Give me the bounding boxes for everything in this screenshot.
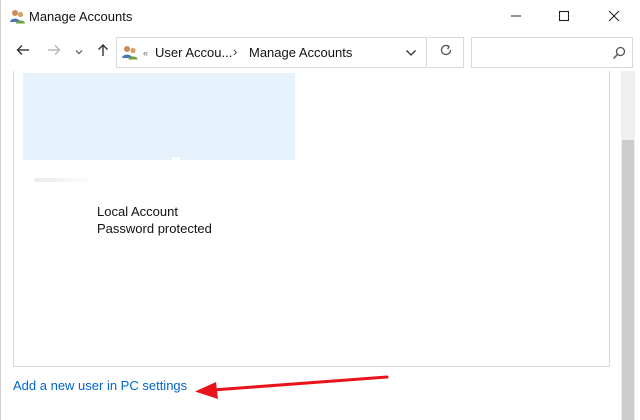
chevron-down-icon bbox=[74, 43, 84, 61]
account-avatar-shadow bbox=[34, 178, 89, 182]
recent-locations-button[interactable] bbox=[71, 41, 87, 63]
navigation-bar: « User Accou... › Manage Accounts bbox=[1, 33, 640, 71]
arrow-up-icon bbox=[97, 43, 109, 62]
refresh-icon bbox=[439, 43, 453, 62]
arrow-right-icon bbox=[47, 43, 61, 61]
accounts-panel: Local Account Password protected bbox=[13, 71, 610, 367]
users-icon bbox=[121, 44, 139, 61]
arrow-left-icon bbox=[16, 43, 30, 61]
breadcrumb-overflow[interactable]: « bbox=[143, 45, 148, 61]
account-status-label[interactable]: Password protected bbox=[97, 220, 212, 237]
up-button[interactable] bbox=[93, 41, 113, 63]
breadcrumb-manage-accounts[interactable]: Manage Accounts bbox=[249, 45, 352, 61]
vertical-scrollbar[interactable] bbox=[621, 71, 635, 420]
search-input[interactable] bbox=[471, 37, 633, 68]
minimize-button[interactable] bbox=[493, 0, 539, 32]
account-type-label[interactable]: Local Account bbox=[97, 203, 178, 220]
manage-accounts-window: Manage Accounts « User Accou... › Manage… bbox=[0, 0, 640, 420]
breadcrumb-separator[interactable]: › bbox=[233, 44, 237, 60]
back-button[interactable] bbox=[13, 41, 33, 63]
forward-button[interactable] bbox=[44, 41, 64, 63]
minimize-icon bbox=[510, 10, 522, 22]
chevron-down-icon bbox=[405, 44, 417, 62]
address-dropdown-button[interactable] bbox=[403, 45, 419, 61]
breadcrumb-user-accounts[interactable]: User Accou... bbox=[155, 45, 232, 61]
refresh-button[interactable] bbox=[428, 37, 464, 68]
users-icon bbox=[9, 8, 26, 25]
account-tile[interactable] bbox=[23, 73, 295, 160]
title-bar: Manage Accounts bbox=[1, 0, 640, 33]
search-icon bbox=[612, 46, 626, 60]
add-user-link[interactable]: Add a new user in PC settings bbox=[13, 377, 187, 394]
close-icon bbox=[608, 10, 620, 22]
address-bar[interactable]: « User Accou... › Manage Accounts bbox=[116, 37, 427, 68]
close-button[interactable] bbox=[591, 0, 637, 32]
window-title: Manage Accounts bbox=[29, 9, 133, 24]
tile-divider bbox=[172, 157, 180, 160]
maximize-button[interactable] bbox=[541, 0, 587, 32]
scrollbar-thumb[interactable] bbox=[622, 140, 634, 420]
annotation-arrow-icon bbox=[195, 375, 389, 399]
maximize-icon bbox=[558, 10, 570, 22]
